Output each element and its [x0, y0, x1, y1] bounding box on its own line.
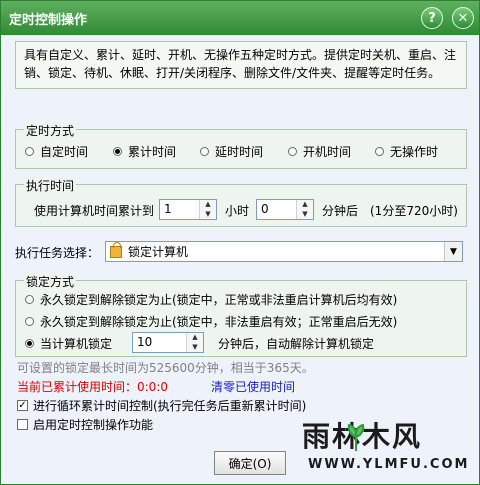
checkbox-empty-icon [17, 419, 28, 430]
timing-mode-group: 定时方式 自定时间 累计时间 延时时间 开机时间 无操作时 [15, 122, 467, 169]
radio-dot [25, 147, 34, 156]
description-panel: 具有自定义、累计、延时、开机、无操作五种定时方式。提供定时关机、重启、注销、锁定… [15, 41, 467, 89]
radio-timing-boot[interactable]: 开机时间 [288, 143, 351, 160]
radio-dot [25, 295, 34, 304]
minutes-stepper[interactable]: 0 ▲ ▼ [256, 199, 314, 220]
lock-timed-suffix: 分钟后，自动解除计算机锁定 [218, 337, 375, 351]
radio-label: 无操作时 [390, 145, 439, 159]
radio-timing-custom[interactable]: 自定时间 [25, 143, 88, 160]
task-label: 执行任务选择： [15, 246, 100, 260]
spin-up-icon[interactable]: ▲ [297, 200, 313, 210]
spin-down-icon[interactable]: ▼ [187, 343, 203, 353]
radio-timing-delay[interactable]: 延时时间 [200, 143, 263, 160]
lock-mode-group: 锁定方式 永久锁定到解除锁定为止(锁定中，正常或非法重启计算机后均有效) 永久锁… [15, 273, 467, 357]
close-button[interactable]: ✕ [452, 7, 474, 29]
enable-checkbox[interactable]: 启用定时控制操作功能 [17, 416, 153, 433]
spin-down-icon[interactable]: ▼ [200, 210, 216, 220]
radio-label: 永久锁定到解除锁定为止(锁定中，正常或非法重启计算机后均有效) [40, 293, 398, 307]
description-text: 具有自定义、累计、延时、开机、无操作五种定时方式。提供定时关机、重启、注销、锁定… [24, 48, 457, 80]
range-note: (1分至720小时) [370, 204, 458, 218]
spin-up-icon[interactable]: ▲ [187, 333, 203, 343]
ok-label: 确定(O) [228, 456, 272, 471]
minutes-value: 0 [261, 202, 269, 216]
hours-stepper[interactable]: 1 ▲ ▼ [159, 199, 217, 220]
enable-label: 启用定时控制操作功能 [33, 418, 154, 432]
radio-label: 开机时间 [303, 145, 352, 159]
elapsed-time: 当前已累计使用时间：0:0:0 [17, 380, 168, 394]
chevron-down-icon[interactable]: ▼ [444, 242, 462, 261]
help-button[interactable]: ? [421, 7, 443, 29]
radio-dot [375, 147, 384, 156]
radio-dot-selected [113, 147, 122, 156]
lock-minutes-stepper[interactable]: 10 ▲ ▼ [132, 332, 204, 353]
lock-hint: 可设置的锁定最长时间为525600分钟，相当于365天。 [17, 361, 314, 375]
spin-up-icon[interactable]: ▲ [200, 200, 216, 210]
task-select[interactable]: 锁定计算机 ▼ [105, 241, 463, 262]
lock-icon [110, 241, 122, 258]
radio-lock-timed[interactable]: 当计算机锁定 [25, 335, 112, 352]
radio-dot [200, 147, 209, 156]
lock-minutes-value: 10 [137, 335, 153, 349]
exec-time-group: 执行时间 使用计算机时间累计到 1 ▲ ▼ 小时 0 ▲ ▼ 分钟后 (1分至720… [15, 177, 467, 227]
radio-label: 延时时间 [215, 145, 264, 159]
radio-label: 累计时间 [128, 145, 177, 159]
checkbox-checked-icon: ✓ [17, 399, 28, 411]
radio-dot-selected [25, 339, 34, 348]
exec-time-label: 执行时间 [24, 177, 77, 194]
radio-timing-idle[interactable]: 无操作时 [375, 143, 438, 160]
leaf-icon [347, 423, 365, 451]
title-bar[interactable]: 定时控制操作 [1, 1, 479, 35]
watermark-logo: 雨林木风 WWW.YLMFU.COM [294, 413, 472, 479]
task-selected-value: 锁定计算机 [128, 245, 189, 259]
hours-unit: 小时 [225, 204, 250, 218]
exec-time-prefix: 使用计算机时间累计到 [34, 204, 155, 218]
dialog-window: 定时控制操作 ? ✕ 具有自定义、累计、延时、开机、无操作五种定时方式。提供定时… [0, 0, 480, 485]
radio-lock-permanent-all[interactable]: 永久锁定到解除锁定为止(锁定中，正常或非法重启计算机后均有效) [25, 291, 397, 308]
radio-label: 自定时间 [40, 145, 89, 159]
radio-timing-accumulated[interactable]: 累计时间 [113, 143, 176, 160]
close-icon: ✕ [457, 10, 469, 26]
lock-mode-label: 锁定方式 [24, 273, 77, 290]
window-title: 定时控制操作 [9, 12, 88, 28]
timing-mode-label: 定时方式 [24, 122, 77, 139]
minutes-unit: 分钟后 [322, 204, 359, 218]
radio-label: 当计算机锁定 [40, 337, 113, 351]
loop-checkbox[interactable]: ✓ 进行循环累计时间控制(执行完任务后重新累计时间) [17, 397, 306, 414]
help-icon: ? [428, 10, 436, 26]
radio-lock-permanent-illegal[interactable]: 永久锁定到解除锁定为止(锁定中，非法重启有效；正常重启后无效) [25, 313, 397, 330]
ok-button[interactable]: 确定(O) [214, 451, 286, 475]
radio-dot [288, 147, 297, 156]
radio-label: 永久锁定到解除锁定为止(锁定中，非法重启有效；正常重启后无效) [40, 315, 398, 329]
watermark-site: WWW.YLMFU.COM [308, 457, 470, 472]
radio-dot [25, 317, 34, 326]
hours-value: 1 [164, 202, 172, 216]
loop-label: 进行循环累计时间控制(执行完任务后重新累计时间) [33, 399, 307, 413]
reset-used-time-link[interactable]: 清零已使用时间 [211, 378, 295, 395]
spin-down-icon[interactable]: ▼ [297, 210, 313, 220]
